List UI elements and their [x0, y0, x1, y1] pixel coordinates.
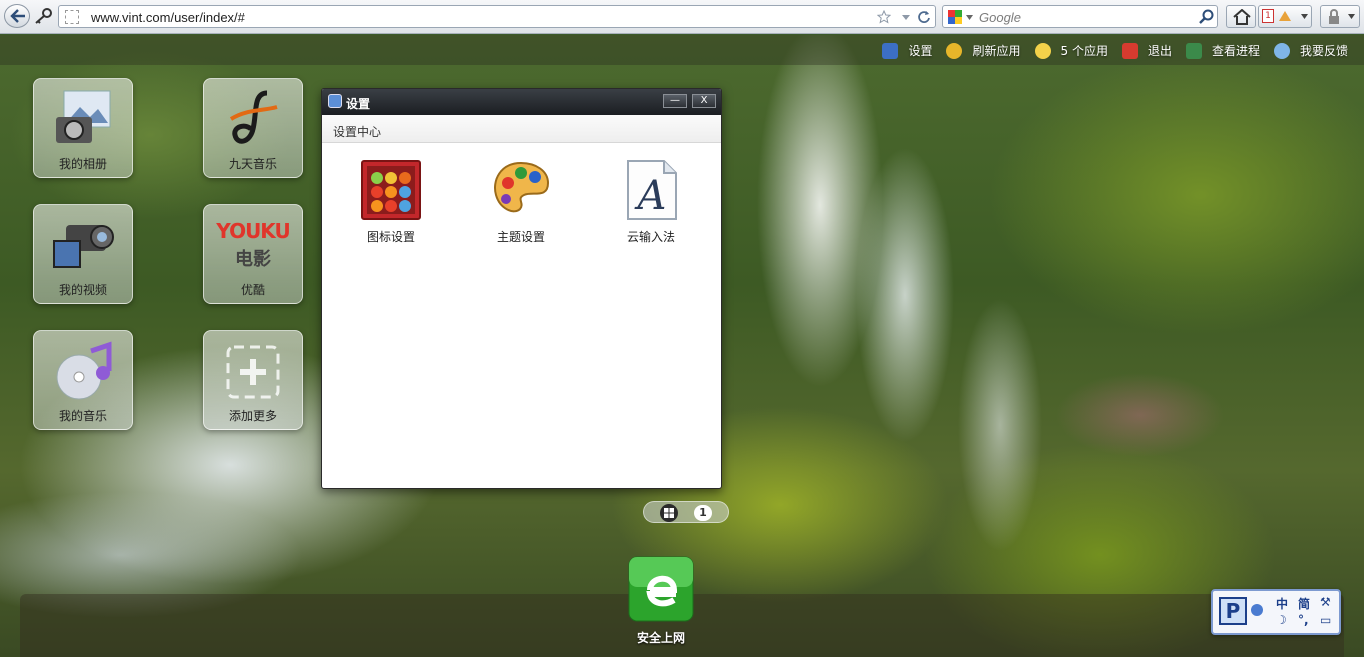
- tile-my-music[interactable]: 我的音乐: [33, 330, 133, 430]
- menu-label: 查看进程: [1211, 44, 1260, 58]
- option-cloud-input[interactable]: A 云输入法: [601, 159, 701, 245]
- dock-item-safe-browser[interactable]: 安全上网: [628, 556, 694, 646]
- menu-app-count[interactable]: 5 个应用: [1034, 42, 1108, 59]
- menu-feedback[interactable]: 我要反馈: [1273, 42, 1348, 59]
- search-bar[interactable]: Google: [942, 5, 1218, 28]
- tile-label: 九天音乐: [228, 157, 277, 171]
- tile-label: 我的相册: [58, 157, 107, 171]
- tile-label: 我的视频: [58, 283, 107, 297]
- menu-label: 5 个应用: [1060, 44, 1108, 58]
- tile-jiutian-music[interactable]: 九天音乐: [203, 78, 303, 178]
- tabs-button[interactable]: 1: [1258, 5, 1312, 28]
- home-button[interactable]: [1226, 5, 1256, 28]
- video-camera-icon: [53, 225, 114, 268]
- icon-settings-icon: [361, 160, 421, 220]
- smiley-icon: [1034, 42, 1051, 59]
- menu-refresh-apps[interactable]: 刷新应用: [946, 42, 1021, 59]
- browser-e-icon: [628, 556, 694, 622]
- menu-processes[interactable]: 查看进程: [1185, 42, 1260, 59]
- search-placeholder: Google: [979, 10, 1021, 25]
- youku-logo-subtitle: 电影: [235, 249, 271, 270]
- option-label: 云输入法: [626, 230, 675, 244]
- url-text[interactable]: www.vint.com/user/index/#: [91, 10, 245, 25]
- tile-label: 添加更多: [228, 409, 277, 423]
- page-icon: [65, 10, 79, 24]
- half-width-icon[interactable]: ☽: [1276, 613, 1287, 627]
- ime-chinese-toggle[interactable]: 中: [1276, 595, 1288, 612]
- refresh-icon: [946, 42, 963, 59]
- page-number[interactable]: 1: [694, 505, 712, 521]
- lock-icon: [1329, 9, 1339, 24]
- punctuation-icon[interactable]: °,: [1298, 613, 1309, 627]
- wrench-icon[interactable]: ⚒: [1320, 595, 1331, 609]
- process-icon: [1185, 42, 1202, 59]
- ime-logo-icon[interactable]: P: [1219, 597, 1247, 625]
- dropdown-icon[interactable]: [899, 10, 913, 24]
- key-icon[interactable]: [33, 8, 53, 24]
- window-title: 设置: [346, 97, 371, 111]
- window-titlebar[interactable]: 设置 — X: [322, 89, 721, 115]
- ime-simplified-toggle[interactable]: 简: [1298, 595, 1310, 612]
- chevron-down-icon: [1348, 14, 1355, 19]
- google-icon[interactable]: [947, 9, 963, 25]
- windows-icon[interactable]: [660, 504, 678, 522]
- desktop: 设置 刷新应用 5 个应用 退出 查看进程 我要反馈 我的相册 九天音乐 我的视…: [0, 35, 1364, 657]
- search-icon[interactable]: [1199, 9, 1214, 24]
- add-icon: [226, 345, 280, 399]
- option-label: 主题设置: [496, 230, 545, 244]
- page-indicator: 1: [643, 501, 729, 523]
- option-label: 图标设置: [366, 230, 415, 244]
- tile-label: 我的音乐: [58, 409, 107, 423]
- browser-toolbar: www.vint.com/user/index/# Google 1: [0, 0, 1364, 34]
- settings-center-header: 设置中心: [322, 115, 721, 143]
- address-bar[interactable]: www.vint.com/user/index/#: [58, 5, 936, 28]
- menu-label: 我要反馈: [1299, 44, 1348, 58]
- youku-logo: YOUKU 电影: [213, 219, 293, 271]
- font-a-icon: A: [627, 160, 677, 220]
- menu-label: 设置: [908, 44, 933, 58]
- chevron-down-icon: [1301, 14, 1308, 19]
- dock-item-label: 安全上网: [636, 631, 685, 645]
- music-note-icon: [229, 90, 278, 144]
- ime-dropdown-icon[interactable]: [1251, 604, 1263, 616]
- power-icon: [1121, 42, 1138, 59]
- back-arrow-icon: [10, 9, 25, 23]
- minimize-button[interactable]: —: [663, 94, 687, 108]
- gear-icon: [882, 42, 899, 59]
- settings-window: 设置 — X 设置中心 图标设置 主题设置 A 云输入法: [321, 88, 722, 489]
- youku-logo-text: YOUKU: [216, 219, 290, 243]
- bookmark-star-icon[interactable]: [877, 10, 891, 24]
- top-menu: 设置 刷新应用 5 个应用 退出 查看进程 我要反馈: [868, 42, 1348, 59]
- option-theme-settings[interactable]: 主题设置: [471, 159, 571, 245]
- ime-toolbar: P 中 简 ⚒ ☽ °, ▭: [1211, 589, 1341, 635]
- back-button[interactable]: [4, 4, 30, 28]
- reload-icon[interactable]: [917, 10, 931, 24]
- camera-icon: [56, 90, 111, 143]
- menu-logout[interactable]: 退出: [1121, 42, 1172, 59]
- menu-label: 退出: [1147, 44, 1172, 58]
- search-engine-dropdown-icon[interactable]: [966, 15, 973, 20]
- tile-add-more[interactable]: 添加更多: [203, 330, 303, 430]
- tab-count: 1: [1262, 9, 1274, 23]
- close-button[interactable]: X: [692, 94, 716, 108]
- security-button[interactable]: [1320, 5, 1360, 28]
- cd-music-icon: [56, 341, 112, 400]
- soft-keyboard-icon[interactable]: ▭: [1320, 613, 1331, 627]
- settings-center-label: 设置中心: [333, 125, 382, 139]
- tile-my-video[interactable]: 我的视频: [33, 204, 133, 304]
- tile-youku[interactable]: YOUKU 电影 优酷: [203, 204, 303, 304]
- tile-label: 优酷: [240, 283, 265, 297]
- addon-icon: [1279, 11, 1291, 21]
- gear-icon: [328, 94, 342, 108]
- option-icon-settings[interactable]: 图标设置: [341, 159, 441, 245]
- feedback-icon: [1273, 42, 1290, 59]
- tile-my-album[interactable]: 我的相册: [33, 78, 133, 178]
- menu-settings[interactable]: 设置: [882, 42, 932, 59]
- palette-icon: [494, 161, 550, 213]
- svg-text:A: A: [634, 173, 667, 219]
- menu-label: 刷新应用: [972, 44, 1021, 58]
- home-icon: [1233, 9, 1251, 25]
